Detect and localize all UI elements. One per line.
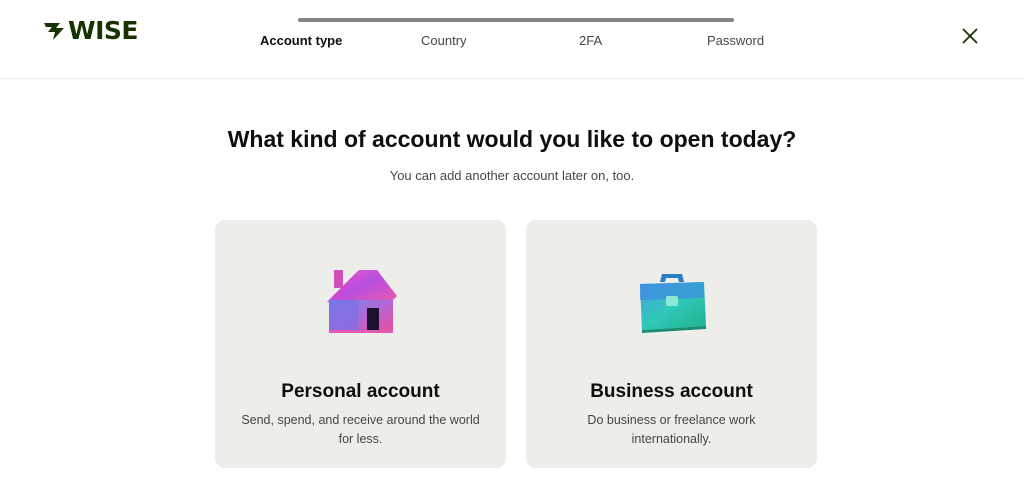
personal-account-card[interactable]: Personal account Send, spend, and receiv… bbox=[215, 220, 506, 468]
business-account-card[interactable]: Business account Do business or freelanc… bbox=[526, 220, 817, 468]
wise-logo[interactable]: WISE bbox=[44, 17, 138, 45]
progress-bar-fill bbox=[298, 18, 734, 22]
logo-wordmark: WISE bbox=[68, 16, 138, 45]
close-button[interactable] bbox=[956, 22, 984, 50]
personal-account-title: Personal account bbox=[281, 381, 440, 402]
business-account-title: Business account bbox=[590, 381, 753, 402]
business-illustration bbox=[526, 266, 817, 342]
personal-illustration bbox=[215, 266, 506, 342]
top-bar: WISE Account type Country 2FA Password bbox=[0, 0, 1024, 79]
step-2fa: 2FA bbox=[579, 33, 603, 48]
progress-bar bbox=[298, 18, 734, 22]
step-account-type: Account type bbox=[260, 33, 343, 48]
personal-account-description: Send, spend, and receive around the worl… bbox=[241, 413, 480, 446]
house-icon bbox=[326, 270, 397, 333]
wise-flag-icon bbox=[44, 23, 64, 40]
page-subtitle: You can add another account later on, to… bbox=[389, 168, 635, 183]
step-country: Country bbox=[421, 33, 467, 48]
close-icon bbox=[962, 28, 978, 44]
business-account-description: Do business or freelance work internatio… bbox=[587, 413, 756, 446]
step-password: Password bbox=[707, 33, 765, 48]
page-title: What kind of account would you like to o… bbox=[227, 126, 797, 152]
briefcase-icon bbox=[639, 274, 706, 333]
